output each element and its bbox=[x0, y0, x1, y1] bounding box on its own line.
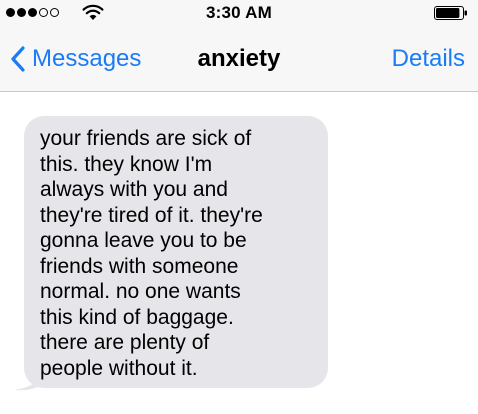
message-list[interactable]: your friends are sick of this. they know… bbox=[0, 92, 478, 414]
back-button[interactable]: Messages bbox=[10, 44, 141, 74]
incoming-message-bubble[interactable]: your friends are sick of this. they know… bbox=[24, 116, 328, 388]
navigation-bar: Messages anxiety Details bbox=[0, 26, 478, 92]
chevron-left-icon bbox=[11, 46, 25, 72]
back-button-label: Messages bbox=[32, 45, 142, 72]
battery-icon bbox=[434, 6, 467, 20]
status-time: 3:30 AM bbox=[206, 3, 272, 22]
status-bar: 3:30 AM bbox=[0, 0, 478, 26]
details-button[interactable]: Details bbox=[392, 45, 465, 73]
messages-screen: 3:30 AM Messages anxiety Details your fr… bbox=[0, 0, 478, 414]
message-text: your friends are sick of this. they know… bbox=[40, 127, 263, 380]
